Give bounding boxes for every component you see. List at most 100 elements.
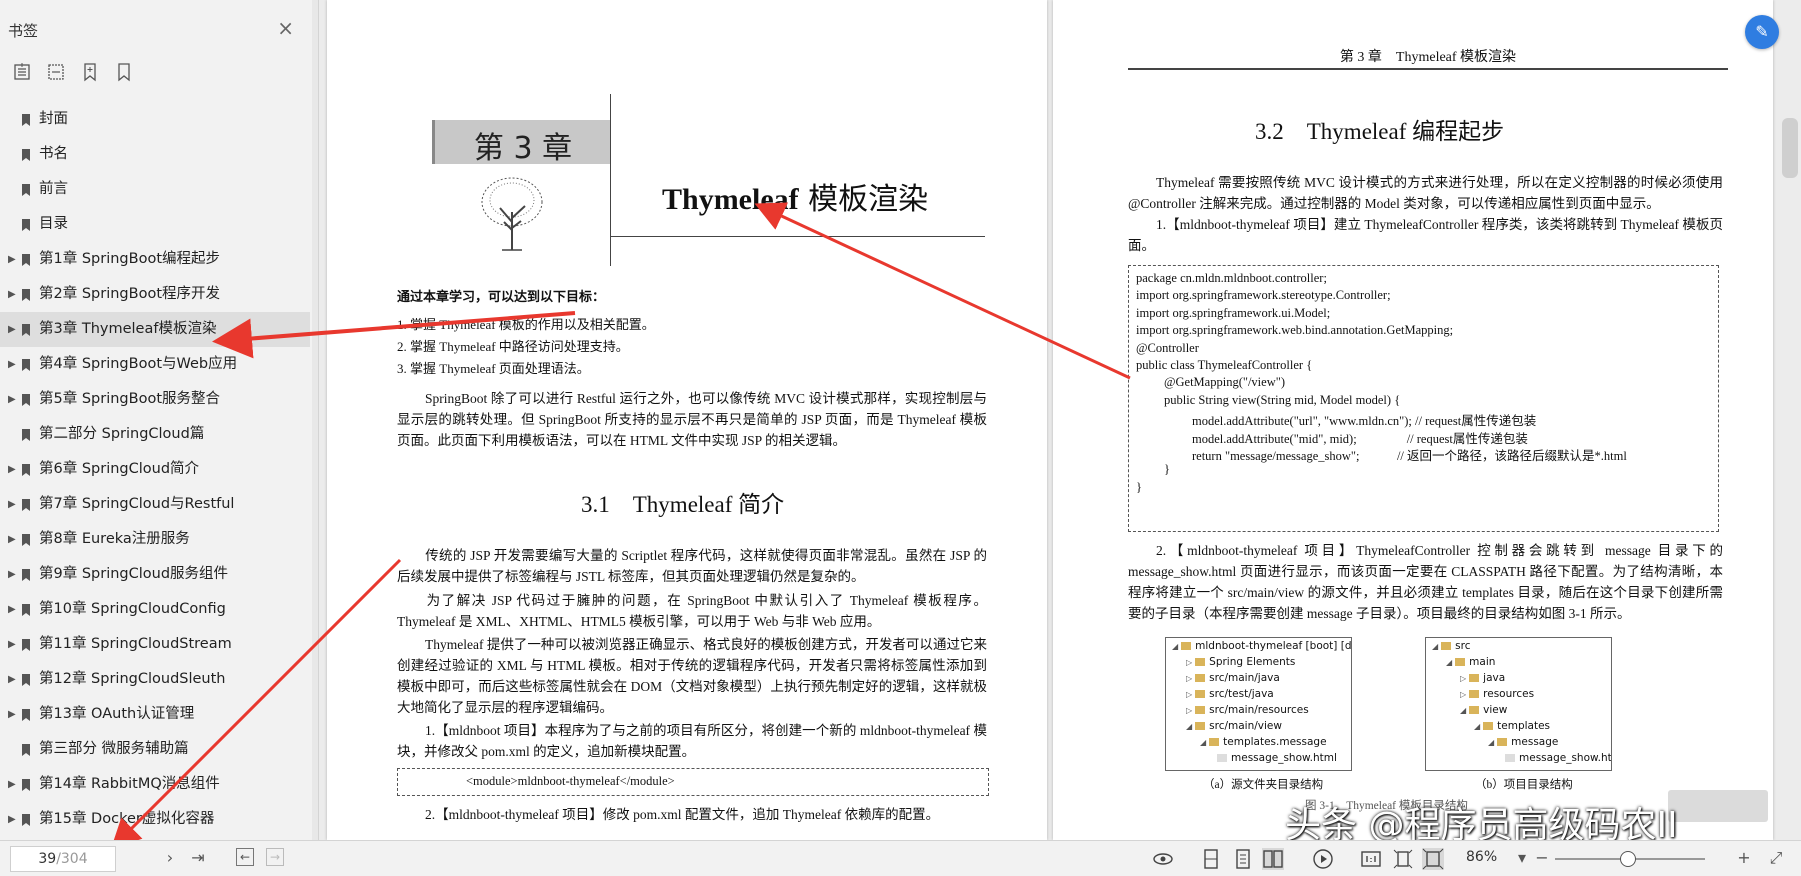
sidebar-item[interactable]: ▶ 第10章 SpringCloudConfig	[0, 592, 318, 627]
sidebar-item[interactable]: ▶ 第1章 SpringBoot编程起步	[0, 242, 318, 277]
sidebar-item[interactable]: 封面	[0, 102, 318, 137]
actual-size-icon[interactable]	[1360, 848, 1382, 870]
expand-caret-icon[interactable]: ▶	[8, 347, 18, 382]
expand-caret-icon[interactable]: ▶	[8, 522, 18, 557]
sidebar-item[interactable]: ▶ 第3章 Thymeleaf模板渲染	[0, 312, 310, 347]
back-icon[interactable]: ←	[236, 848, 254, 866]
sidebar-item[interactable]: ▶ 第4章 SpringBoot与Web应用	[0, 347, 318, 382]
sidebar-item[interactable]: ▶ 第14章 RabbitMQ消息组件	[0, 767, 318, 802]
tree-arrow-icon: ◢	[1186, 722, 1193, 731]
file-icon	[1505, 754, 1515, 762]
expand-caret-icon[interactable]: ▶	[8, 242, 18, 277]
continuous-page-icon[interactable]	[1232, 848, 1254, 870]
tree-arrow-icon: ▷	[1186, 674, 1193, 683]
sidebar-item-label: 第2章 SpringBoot程序开发	[39, 286, 221, 302]
sidebar-item[interactable]: ▶ 第7章 SpringCloud与Restful	[0, 487, 318, 522]
running-header-rule	[1128, 68, 1728, 70]
sidebar-item-label: 第1章 SpringBoot编程起步	[39, 251, 221, 267]
expand-caret-icon[interactable]: ▶	[8, 487, 18, 522]
sidebar-item[interactable]: 第三部分 微服务辅助篇	[0, 732, 318, 767]
code-block: <module>mldnboot-thymeleaf</module>	[397, 768, 989, 796]
zoom-level[interactable]: 86%	[1466, 849, 1497, 865]
expand-caret-icon[interactable]: ▶	[8, 277, 18, 312]
sidebar-item[interactable]: ▶ 第8章 Eureka注册服务	[0, 522, 318, 557]
tree-arrow-icon: ▷	[1460, 674, 1467, 683]
fullscreen-icon[interactable]: ⤢	[1766, 848, 1786, 868]
chapter-divider-horizontal	[610, 236, 985, 237]
forward-icon[interactable]: →	[266, 848, 284, 866]
document-scrollbar-thumb[interactable]	[1782, 118, 1798, 178]
tree-arrow-icon: ▷	[1460, 690, 1467, 699]
tree-node-label: src/test/java	[1209, 688, 1274, 700]
caption-a: （a）源文件夹目录结构	[1203, 779, 1324, 791]
sidebar-item[interactable]: ▶ 第2章 SpringBoot程序开发	[0, 277, 318, 312]
expand-caret-icon[interactable]: ▶	[8, 627, 18, 662]
sidebar-item-label: 第7章 SpringCloud与Restful	[39, 496, 235, 512]
chevron-down-icon[interactable]: ▾	[1512, 848, 1532, 868]
code-line: public class ThymeleafController {	[1136, 358, 1313, 372]
expand-all-icon[interactable]	[12, 62, 32, 82]
folder-icon	[1469, 690, 1480, 698]
sidebar-item[interactable]: 第二部分 SpringCloud篇	[0, 417, 318, 452]
bookmark-icon	[22, 359, 30, 371]
assistant-float-button[interactable]: ✎	[1745, 15, 1779, 49]
zoom-out-icon[interactable]: −	[1532, 848, 1552, 868]
code-line: model.addAttribute("mid", mid); // reque…	[1192, 431, 1528, 446]
tree-node-label: templates	[1497, 720, 1551, 732]
sidebar-item[interactable]: ▶ 第13章 OAuth认证管理	[0, 697, 318, 732]
zoom-in-icon[interactable]: +	[1734, 848, 1754, 868]
sidebar-item[interactable]: 前言	[0, 172, 318, 207]
sidebar-item[interactable]: ▶ 第9章 SpringCloud服务组件	[0, 557, 318, 592]
sidebar-item[interactable]: 书名	[0, 137, 318, 172]
code-line: package cn.mldn.mldnboot.controller;	[1136, 271, 1327, 285]
expand-caret-icon[interactable]: ▶	[8, 662, 18, 697]
add-bookmark-icon[interactable]	[80, 62, 100, 82]
tree-node-label: src/main/view	[1209, 720, 1282, 732]
sidebar-item[interactable]: ▶ 第6章 SpringCloud简介	[0, 452, 318, 487]
bookmark-icon	[22, 289, 30, 301]
zoom-slider-handle[interactable]	[1620, 851, 1636, 867]
sidebar-item[interactable]: 目录	[0, 207, 318, 242]
tree-node: ◢ src/main/view	[1186, 720, 1282, 732]
tree-arrow-icon: ◢	[1432, 642, 1439, 651]
double-page-icon[interactable]	[1262, 848, 1284, 870]
eye-icon[interactable]	[1152, 848, 1174, 870]
bookmark-icon[interactable]	[114, 62, 134, 82]
bookmark-icon	[22, 604, 30, 616]
expand-caret-icon[interactable]: ▶	[8, 452, 18, 487]
expand-caret-icon[interactable]: ▶	[8, 802, 18, 837]
play-icon[interactable]	[1312, 848, 1334, 870]
expand-caret-icon[interactable]: ▶	[8, 767, 18, 802]
chapter-title-cn: 模板渲染	[798, 182, 929, 217]
sidebar-item[interactable]: ▶ 第15章 Docker虚拟化容器	[0, 802, 318, 837]
overlay-hint-box	[1668, 790, 1768, 822]
section-title-3-1: 3.1 Thymeleaf 简介	[581, 492, 785, 517]
sidebar-item[interactable]: ▶ 第11章 SpringCloudStream	[0, 627, 318, 662]
tree-arrow-icon: ◢	[1488, 738, 1495, 747]
sidebar-item[interactable]: ▶ 第12章 SpringCloudSleuth	[0, 662, 318, 697]
expand-caret-icon[interactable]: ▶	[8, 312, 18, 347]
fit-width-icon[interactable]	[1422, 848, 1444, 870]
sidebar-item[interactable]: ▶ 第5章 SpringBoot服务整合	[0, 382, 318, 417]
sidebar-scrollbar[interactable]	[312, 0, 318, 840]
tree-node: message_show.html	[1214, 752, 1337, 764]
last-page-icon[interactable]: ⇥	[188, 848, 208, 868]
single-page-icon[interactable]	[1200, 848, 1222, 870]
folder-icon	[1497, 738, 1508, 746]
folder-icon	[1483, 722, 1494, 730]
bookmark-icon	[22, 709, 30, 721]
close-icon[interactable]: ×	[277, 16, 294, 40]
page-number-input[interactable]: 39/304	[10, 846, 116, 872]
expand-caret-icon[interactable]: ▶	[8, 557, 18, 592]
folder-icon	[1195, 674, 1206, 682]
collapse-all-icon[interactable]	[46, 62, 66, 82]
expand-caret-icon[interactable]: ▶	[8, 592, 18, 627]
tree-node-label: view	[1483, 704, 1508, 716]
fit-page-icon[interactable]	[1392, 848, 1414, 870]
paragraph: 2.【mldnboot-thymeleaf 项目】修改 pom.xml 配置文件…	[425, 807, 940, 822]
bookmark-icon	[22, 219, 30, 231]
next-page-icon[interactable]: ›	[160, 848, 180, 868]
page-right: 第 3 章 Thymeleaf 模板渲染 3.2 Thymeleaf 编程起步 …	[1053, 0, 1773, 840]
expand-caret-icon[interactable]: ▶	[8, 697, 18, 732]
expand-caret-icon[interactable]: ▶	[8, 382, 18, 417]
